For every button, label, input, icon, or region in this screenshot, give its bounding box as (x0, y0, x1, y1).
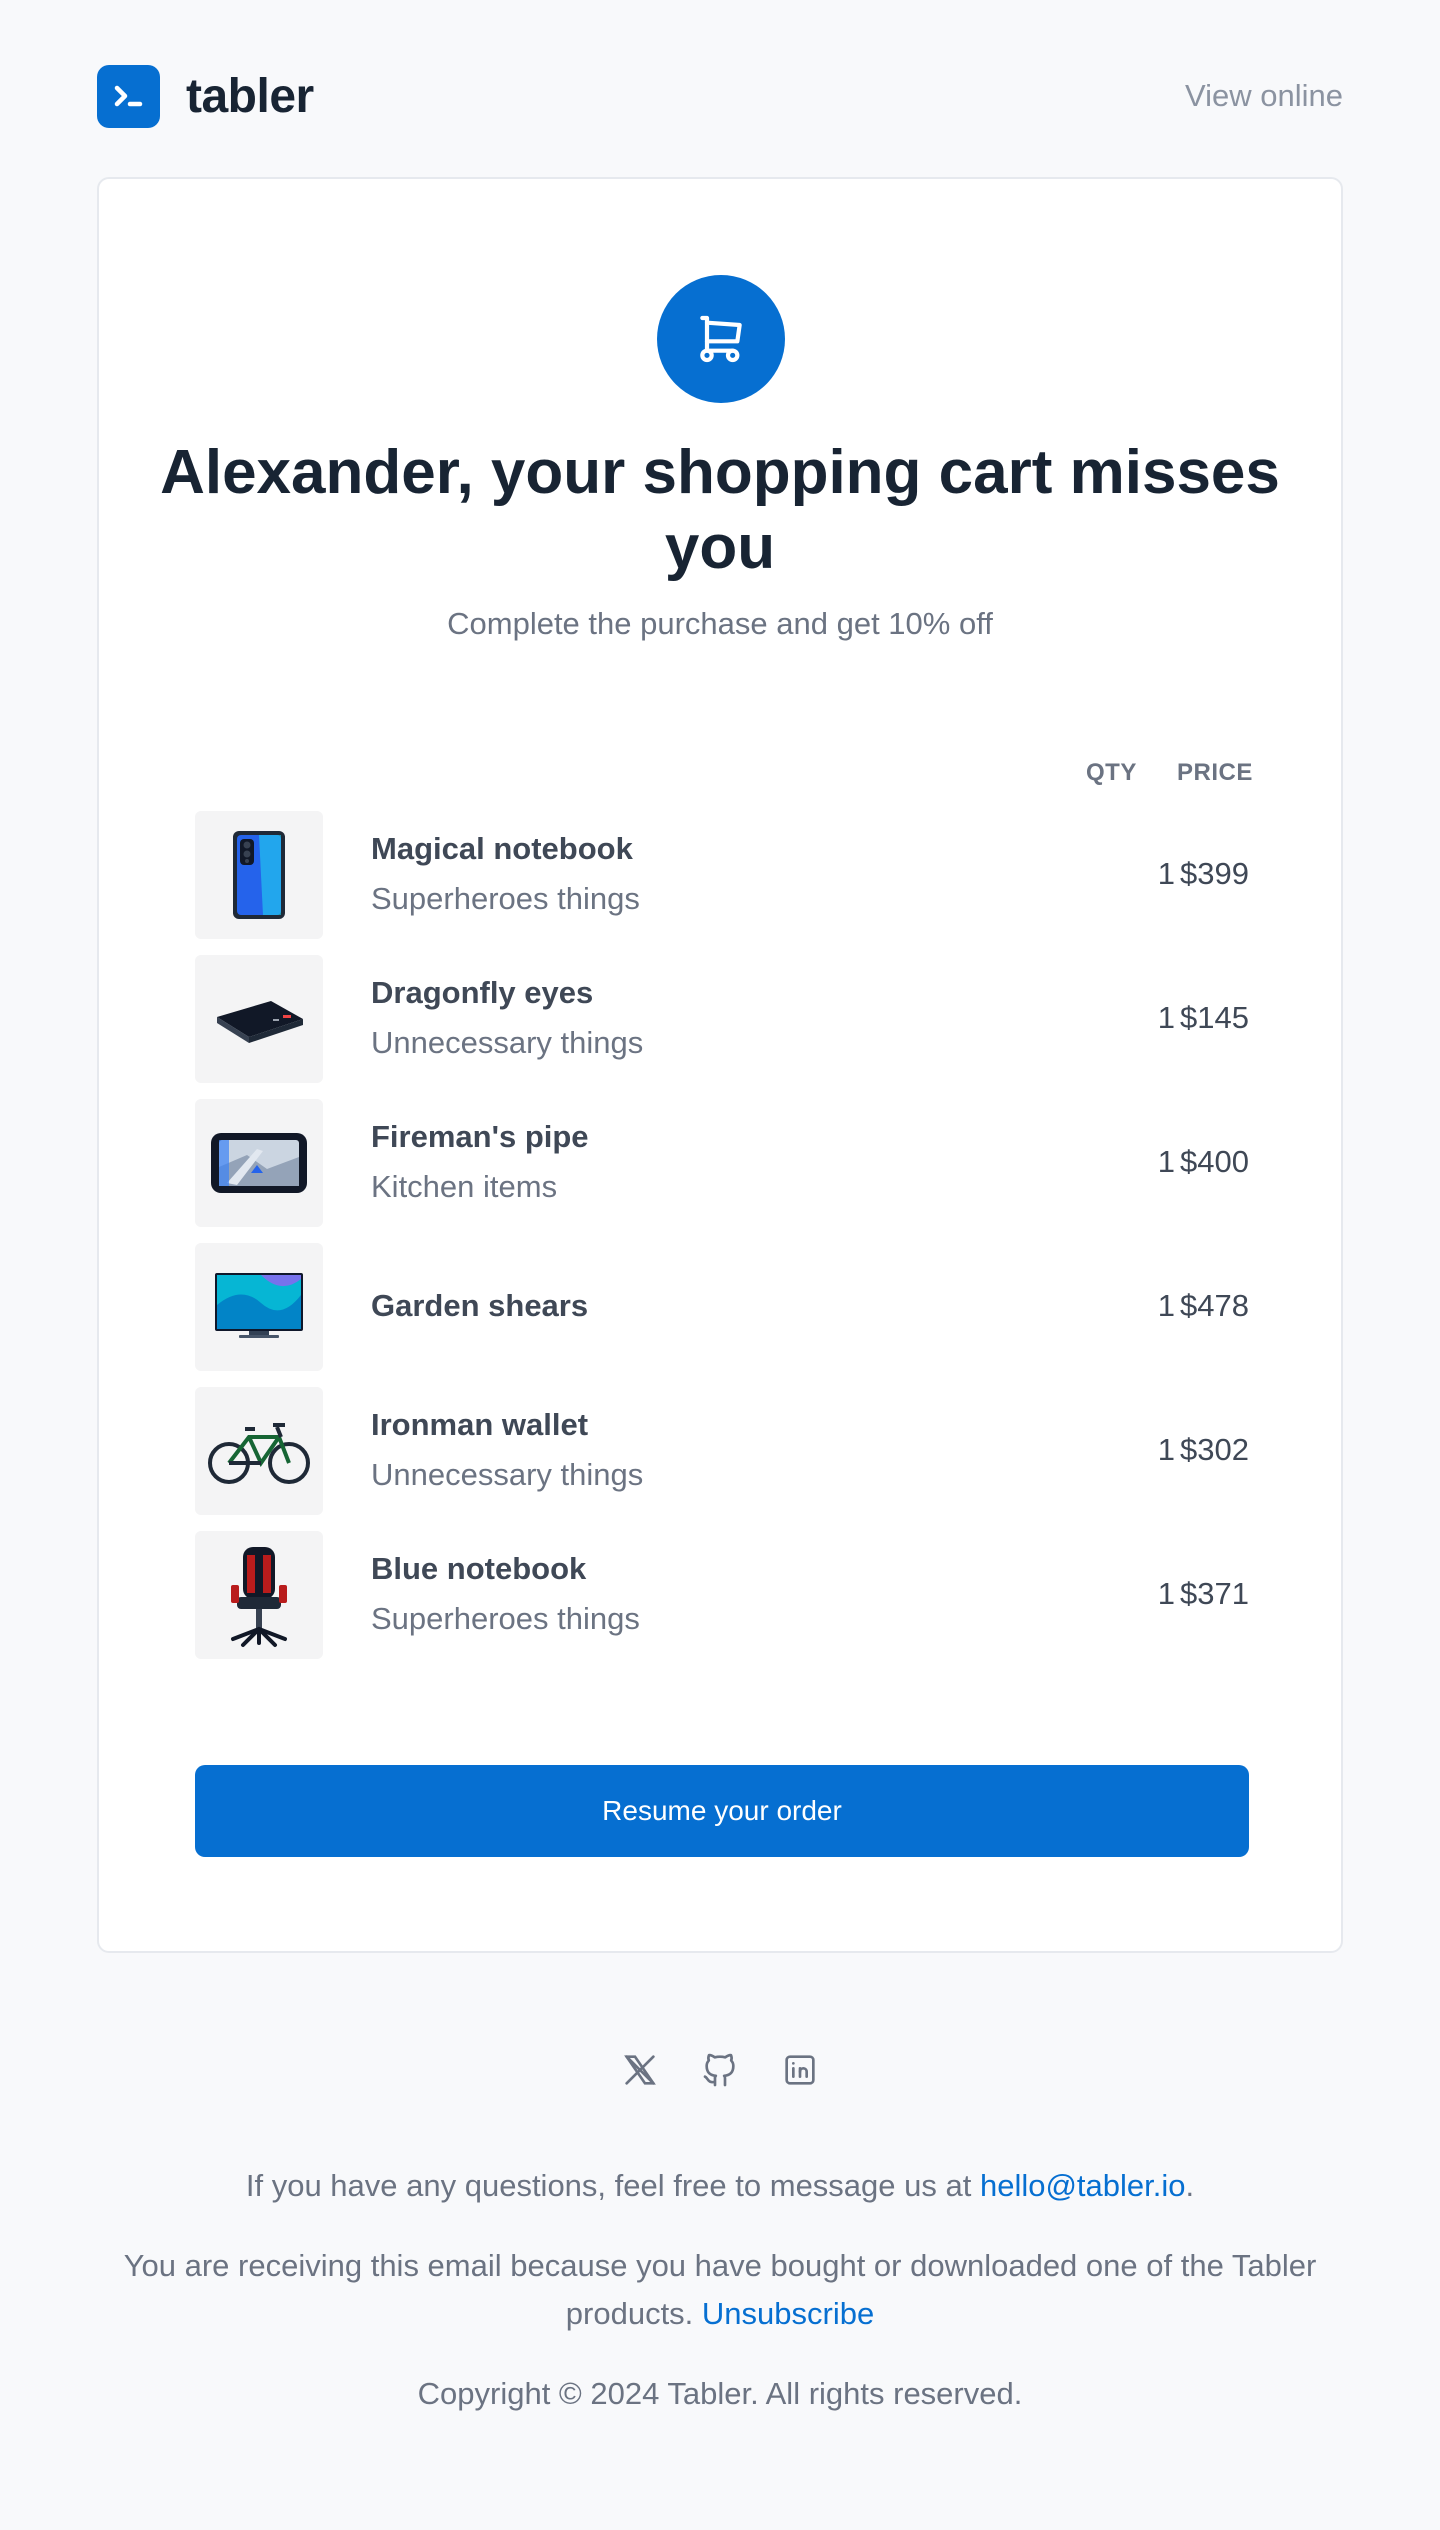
table-row: Magical notebook Superheroes things 1 $3… (195, 811, 1249, 939)
copyright: Copyright © 2024 Tabler. All rights rese… (417, 2376, 1023, 2411)
email-card: Alexander, your shopping cart misses you… (97, 177, 1343, 1953)
resume-order-button[interactable]: Resume your order (195, 1765, 1249, 1857)
unsubscribe-link[interactable]: Unsubscribe (702, 2296, 874, 2331)
product-name: Blue notebook (371, 1551, 587, 1586)
television-icon (195, 1243, 323, 1371)
x-icon[interactable] (620, 2050, 660, 2090)
gps-navigator-icon (195, 1099, 323, 1227)
product-category: Superheroes things (371, 1601, 640, 1636)
product-price: $302 (1180, 1432, 1249, 1467)
product-name: Fireman's pipe (371, 1119, 589, 1154)
product-price: $399 (1180, 856, 1249, 891)
table-row: Dragonfly eyes Unnecessary things 1 $145 (195, 955, 1249, 1083)
product-category: Superheroes things (371, 881, 640, 916)
linkedin-icon[interactable] (780, 2050, 820, 2090)
product-category: Kitchen items (371, 1169, 558, 1204)
contact-prefix: If you have any questions, feel free to … (245, 2168, 980, 2203)
table-row: Ironman wallet Unnecessary things 1 $302 (195, 1387, 1249, 1515)
gaming-chair-icon (195, 1531, 323, 1659)
shopping-cart-icon (657, 275, 785, 403)
contact-suffix: . (1185, 2168, 1195, 2203)
product-category: Unnecessary things (371, 1025, 644, 1060)
product-price: $145 (1180, 1000, 1249, 1035)
power-bank-icon (195, 955, 323, 1083)
product-name: Magical notebook (371, 831, 633, 866)
view-online-link[interactable]: View online (1185, 78, 1343, 114)
product-category: Unnecessary things (371, 1457, 644, 1492)
social-links (0, 2050, 1440, 2090)
product-name: Ironman wallet (371, 1407, 589, 1442)
subtitle: Complete the purchase and get 10% off (447, 606, 993, 641)
email-header: tabler View online (97, 64, 1343, 128)
contact-email-link[interactable]: hello@tabler.io (980, 2168, 1186, 2203)
table-row: Blue notebook Superheroes things 1 $371 (195, 1531, 1249, 1659)
receiving-text: You are receiving this email because you… (97, 2242, 1343, 2338)
page-title: Alexander, your shopping cart misses you (99, 435, 1341, 585)
product-name: Garden shears (371, 1288, 589, 1323)
product-name: Dragonfly eyes (371, 975, 594, 1010)
contact-text: If you have any questions, feel free to … (97, 2162, 1343, 2210)
brand[interactable]: tabler (97, 64, 314, 128)
price-column-header: PRICE (1177, 759, 1253, 786)
product-price: $478 (1180, 1288, 1249, 1323)
product-price: $371 (1180, 1576, 1249, 1611)
tabler-logo-icon (97, 64, 160, 128)
smartphone-icon (195, 811, 323, 939)
brand-name: tabler (186, 69, 314, 123)
table-row: Fireman's pipe Kitchen items 1 $400 (195, 1099, 1249, 1227)
github-icon[interactable] (700, 2050, 740, 2090)
product-price: $400 (1180, 1144, 1249, 1179)
table-row: Garden shears 1 $478 (195, 1243, 1249, 1371)
cart-items: Magical notebook Superheroes things 1 $3… (195, 811, 1249, 1675)
title-text: Alexander, your shopping cart misses you (160, 438, 1280, 582)
qty-column-header: QTY (1086, 759, 1137, 786)
bicycle-icon (195, 1387, 323, 1515)
